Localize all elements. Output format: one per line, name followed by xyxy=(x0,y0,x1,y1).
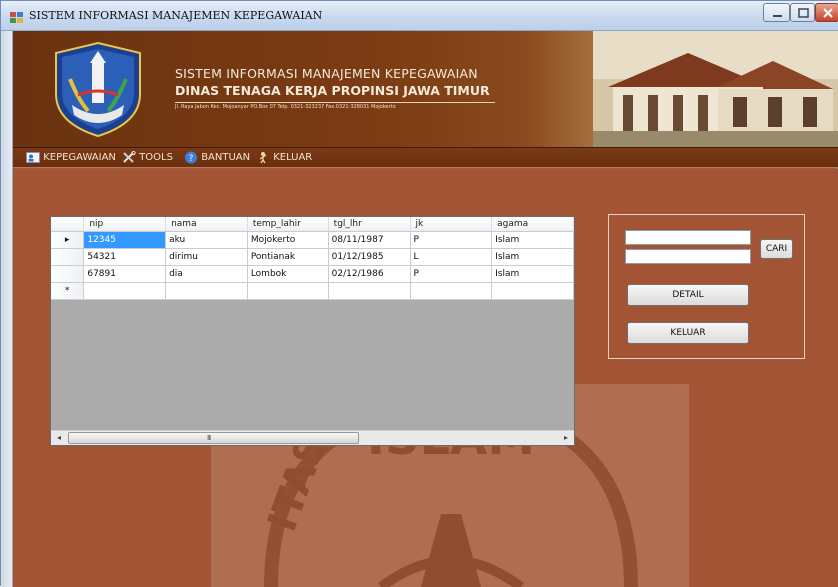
scroll-right-arrow-icon[interactable]: ▸ xyxy=(558,431,574,446)
table-row[interactable]: 54321 dirimu Pontianak 01/12/1985 L Isla… xyxy=(51,248,574,266)
table-cell[interactable] xyxy=(247,282,329,300)
table-cell[interactable] xyxy=(491,282,574,300)
table-cell[interactable]: dirimu xyxy=(165,248,248,266)
table-cell[interactable]: P xyxy=(410,265,493,283)
scrollbar-thumb[interactable]: III xyxy=(68,432,359,444)
table-cell[interactable]: Islam xyxy=(491,248,574,266)
table-cell[interactable]: 67891 xyxy=(83,265,167,283)
column-header-temp-lahir[interactable]: temp_lahir xyxy=(247,217,329,232)
keluar-button[interactable]: KELUAR xyxy=(627,322,749,344)
table-cell[interactable] xyxy=(328,282,411,300)
column-header-nama[interactable]: nama xyxy=(165,217,248,232)
column-header-nip[interactable]: nip xyxy=(83,217,167,232)
horizontal-scrollbar[interactable]: ◂ III ▸ xyxy=(51,430,574,445)
column-header-tgl-lhr[interactable]: tgl_lhr xyxy=(328,217,411,232)
scrollbar-grip: III xyxy=(207,434,211,442)
menu-kepegawaian[interactable]: KEPEGAWAIAN xyxy=(26,151,116,166)
banner-subtitle: DINAS TENAGA KERJA PROPINSI JAWA TIMUR xyxy=(175,83,490,98)
menu-tools[interactable]: TOOLS xyxy=(122,151,173,166)
table-cell[interactable]: 01/12/1985 xyxy=(328,248,411,266)
table-row[interactable]: ▸ 12345 aku Mojokerto 08/11/1987 P Islam xyxy=(51,231,574,249)
title-bar[interactable]: SISTEM INFORMASI MANAJEMEN KEPEGAWAIAN xyxy=(1,1,838,31)
jawa-timur-emblem-logo xyxy=(55,41,141,138)
search-input-2[interactable] xyxy=(625,249,751,264)
table-cell[interactable]: L xyxy=(410,248,493,266)
app-icon xyxy=(10,12,23,23)
table-cell[interactable] xyxy=(165,282,248,300)
table-cell[interactable]: aku xyxy=(165,231,248,249)
row-header[interactable] xyxy=(51,265,85,283)
scroll-left-arrow-icon[interactable]: ◂ xyxy=(51,431,67,446)
menu-keluar[interactable]: KELUAR xyxy=(256,151,312,166)
minimize-icon xyxy=(773,15,782,17)
table-cell[interactable]: Mojokerto xyxy=(247,231,329,249)
banner-text-block: SISTEM INFORMASI MANAJEMEN KEPEGAWAIAN D… xyxy=(175,66,495,110)
detail-button[interactable]: DETAIL xyxy=(627,284,749,306)
table-row[interactable]: 67891 dia Lombok 02/12/1986 P Islam xyxy=(51,265,574,283)
column-header-agama[interactable]: agama xyxy=(491,217,574,232)
table-cell[interactable]: Islam xyxy=(491,265,574,283)
cari-button[interactable]: CARI xyxy=(760,239,793,259)
close-icon xyxy=(823,8,833,18)
table-cell[interactable]: 54321 xyxy=(83,248,167,266)
menu-bar: KEPEGAWAIAN TOOLS ? BANTUAN KELUAR xyxy=(13,147,838,168)
table-header-row: nip nama temp_lahir tgl_lhr jk agama xyxy=(51,217,574,232)
menu-keluar-label: KELUAR xyxy=(273,152,313,163)
menu-bantuan-label: BANTUAN xyxy=(201,152,251,163)
search-input-1[interactable] xyxy=(625,230,751,245)
window-border-left xyxy=(1,31,13,587)
search-action-panel: CARI DETAIL KELUAR xyxy=(608,214,805,359)
header-banner: SISTEM INFORMASI MANAJEMEN KEPEGAWAIAN D… xyxy=(13,31,838,147)
maximize-icon xyxy=(798,8,809,18)
svg-text:?: ? xyxy=(189,154,194,164)
close-button[interactable] xyxy=(815,3,838,22)
help-icon: ? xyxy=(185,151,197,164)
table-cell[interactable] xyxy=(83,282,167,300)
user-card-icon xyxy=(26,152,40,163)
table-cell[interactable] xyxy=(410,282,493,300)
minimize-button[interactable] xyxy=(763,3,790,22)
banner-address: Jl. Raya Jabon Kec. Mojoanyar PO.Box 07 … xyxy=(175,102,495,110)
current-row-indicator[interactable]: ▸ xyxy=(51,231,85,249)
table-cell[interactable]: 08/11/1987 xyxy=(328,231,411,249)
table-cell[interactable]: dia xyxy=(165,265,248,283)
table-cell[interactable]: Lombok xyxy=(247,265,329,283)
new-row-indicator[interactable]: * xyxy=(51,282,85,300)
row-header-corner[interactable] xyxy=(51,217,85,232)
row-header[interactable] xyxy=(51,248,85,266)
office-building-photo xyxy=(593,31,838,147)
new-row[interactable]: * xyxy=(51,282,574,300)
table-cell[interactable]: Pontianak xyxy=(247,248,329,266)
menu-kepegawaian-label: KEPEGAWAIAN xyxy=(43,152,116,163)
table-cell[interactable]: Islam xyxy=(491,231,574,249)
banner-title: SISTEM INFORMASI MANAJEMEN KEPEGAWAIAN xyxy=(175,66,478,81)
maximize-button[interactable] xyxy=(790,3,815,22)
menu-bantuan[interactable]: ? BANTUAN xyxy=(184,151,250,166)
table-cell[interactable]: 02/12/1986 xyxy=(328,265,411,283)
menu-tools-label: TOOLS xyxy=(139,152,173,163)
column-header-jk[interactable]: jk xyxy=(410,217,493,232)
exit-icon xyxy=(259,152,267,164)
employee-data-grid[interactable]: nip nama temp_lahir tgl_lhr jk agama ▸ 1… xyxy=(50,216,575,446)
app-window: SISTEM INFORMASI MANAJEMEN KEPEGAWAIAN S… xyxy=(0,0,838,587)
tools-icon xyxy=(123,151,136,163)
table-cell[interactable]: 12345 xyxy=(83,231,167,249)
table-cell[interactable]: P xyxy=(410,231,493,249)
window-title: SISTEM INFORMASI MANAJEMEN KEPEGAWAIAN xyxy=(29,9,323,22)
employee-table: nip nama temp_lahir tgl_lhr jk agama ▸ 1… xyxy=(51,217,574,300)
